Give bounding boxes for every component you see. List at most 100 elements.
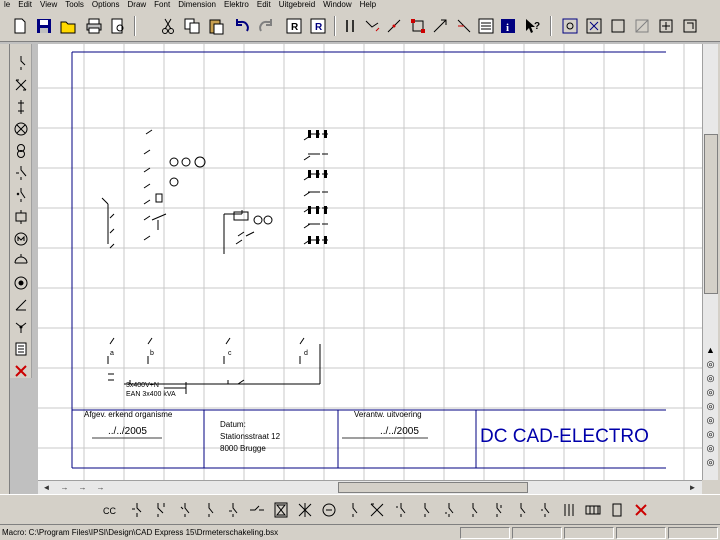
delete-x-icon[interactable] — [12, 362, 30, 380]
polyline-arrow-icon[interactable] — [362, 15, 382, 37]
circuit-label-d: d — [304, 350, 308, 357]
breaker-tool-icon[interactable] — [174, 499, 196, 521]
switch-tool-7-icon[interactable] — [486, 499, 508, 521]
redraw-r-icon[interactable]: R — [284, 15, 304, 37]
relay-tool-icon[interactable] — [222, 499, 244, 521]
menu-draw[interactable]: Draw — [124, 0, 151, 10]
fan-symbol-icon[interactable] — [12, 318, 30, 336]
breaker-symbol-icon[interactable] — [12, 186, 30, 204]
context-help-icon[interactable]: ? — [522, 15, 542, 37]
layer-tool-7-icon[interactable]: ◎ — [703, 442, 718, 454]
menu-file[interactable]: le — [0, 0, 14, 10]
cross-tool-2-icon[interactable] — [366, 499, 388, 521]
title-block-address-1: Datum: — [220, 420, 246, 429]
info-icon[interactable]: i — [498, 15, 518, 37]
zoom-extents-icon[interactable] — [584, 15, 604, 37]
menu-dimension[interactable]: Dimension — [174, 0, 220, 10]
coil-tool-icon[interactable] — [318, 499, 340, 521]
switch-tool-4-icon[interactable] — [414, 499, 436, 521]
properties-list-icon[interactable] — [476, 15, 496, 37]
layer-tool-icon[interactable]: ◎ — [703, 358, 718, 370]
cut-icon[interactable] — [158, 15, 178, 37]
zoom-previous-icon[interactable] — [680, 15, 700, 37]
node-edit-icon[interactable] — [408, 15, 428, 37]
resistor-tool-icon[interactable] — [606, 499, 628, 521]
switch-symbol-icon[interactable] — [12, 164, 30, 182]
panel-symbol-icon[interactable] — [12, 340, 30, 358]
cancel-x-tool-icon[interactable] — [630, 499, 652, 521]
switch-tool-2-icon[interactable] — [342, 499, 364, 521]
menu-edit[interactable]: Edit — [14, 0, 36, 10]
parallel-lines-icon[interactable] — [340, 15, 360, 37]
menu-edit2[interactable]: Edit — [253, 0, 275, 10]
menu-window[interactable]: Window — [319, 0, 355, 10]
print-icon[interactable] — [84, 15, 104, 37]
scroll-step-2-icon[interactable]: → — [76, 482, 89, 493]
scroll-up-icon[interactable]: ▲ — [703, 344, 718, 356]
zoom-out-icon[interactable] — [632, 15, 652, 37]
layer-tool-4-icon[interactable]: ◎ — [703, 400, 718, 412]
scroll-left-icon[interactable]: ◄ — [40, 482, 53, 493]
switch-tool-icon[interactable] — [150, 499, 172, 521]
horizontal-scroll-thumb[interactable] — [338, 482, 528, 493]
switch-tool-9-icon[interactable] — [534, 499, 556, 521]
menu-uitgebreid[interactable]: Uitgebreid — [275, 0, 319, 10]
menu-elektro[interactable]: Elektro — [220, 0, 253, 10]
stretch-arrow-icon[interactable] — [430, 15, 450, 37]
motor-symbol-icon[interactable] — [12, 230, 30, 248]
horizontal-scrollbar[interactable]: ◄ → → → ► — [38, 480, 702, 494]
line-segment-icon[interactable] — [384, 15, 404, 37]
layer-tool-3-icon[interactable]: ◎ — [703, 386, 718, 398]
menu-options[interactable]: Options — [88, 0, 124, 10]
socket-symbol-icon[interactable] — [12, 252, 30, 270]
relay-coil-icon[interactable] — [12, 208, 30, 226]
zoom-in-icon[interactable] — [608, 15, 628, 37]
switch-tool-5-icon[interactable] — [438, 499, 460, 521]
pan-icon[interactable] — [656, 15, 676, 37]
switch-tool-6-icon[interactable] — [462, 499, 484, 521]
contact-tool-icon[interactable] — [126, 499, 148, 521]
new-file-icon[interactable] — [10, 15, 30, 37]
hourglass-tool-icon[interactable] — [270, 499, 292, 521]
cross-box-icon[interactable] — [12, 76, 30, 94]
open-file-icon[interactable] — [58, 15, 78, 37]
menu-view[interactable]: View — [36, 0, 61, 10]
cross-tool-icon[interactable] — [294, 499, 316, 521]
undo-icon[interactable] — [232, 15, 252, 37]
menu-help[interactable]: Help — [356, 0, 380, 10]
scroll-step-icon[interactable]: → — [58, 482, 71, 493]
diagonal-arrow-icon[interactable] — [12, 296, 30, 314]
double-bar-tool-icon[interactable] — [558, 499, 580, 521]
scroll-step-3-icon[interactable]: → — [94, 482, 107, 493]
scroll-right-icon[interactable]: ► — [686, 482, 699, 493]
brand-logo-text: DC CAD-ELECTRO — [480, 426, 649, 447]
print-preview-icon[interactable] — [108, 15, 128, 37]
lamp-symbol-icon[interactable] — [12, 120, 30, 138]
menu-tools[interactable]: Tools — [61, 0, 88, 10]
fuse-tool-icon[interactable] — [198, 499, 220, 521]
vertical-scroll-thumb[interactable] — [704, 134, 718, 294]
measure-icon[interactable] — [454, 15, 474, 37]
save-icon[interactable] — [34, 15, 54, 37]
layer-tool-5-icon[interactable]: ◎ — [703, 414, 718, 426]
menu-font[interactable]: Font — [150, 0, 174, 10]
regen-r-icon[interactable]: R — [308, 15, 328, 37]
layer-tool-8-icon[interactable]: ◎ — [703, 456, 718, 468]
switch-tool-8-icon[interactable] — [510, 499, 532, 521]
paste-icon[interactable] — [206, 15, 226, 37]
drawing-canvas[interactable]: 3x400V+N EAN 3x400 kVA a b c d Afgev. er… — [38, 44, 702, 480]
layer-tool-2-icon[interactable]: ◎ — [703, 372, 718, 384]
layer-tool-6-icon[interactable]: ◎ — [703, 428, 718, 440]
target-symbol-icon[interactable] — [12, 274, 30, 292]
redo-icon[interactable] — [256, 15, 276, 37]
zoom-window-icon[interactable] — [560, 15, 580, 37]
terminal-strip-tool-icon[interactable] — [582, 499, 604, 521]
switch-tool-3-icon[interactable] — [390, 499, 412, 521]
transformer-symbol-icon[interactable] — [12, 142, 30, 160]
line-tool-icon[interactable] — [246, 499, 268, 521]
contact-symbol-icon[interactable] — [12, 54, 30, 72]
copy-icon[interactable] — [182, 15, 202, 37]
cc-symbol-icon[interactable]: CC — [100, 499, 122, 521]
circuit-label-a: a — [110, 350, 114, 357]
vertical-line-icon[interactable] — [12, 98, 30, 116]
